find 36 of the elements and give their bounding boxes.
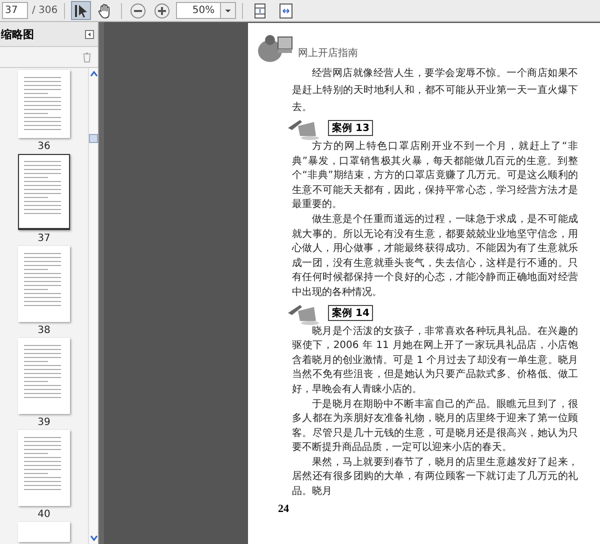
zoom-in-button[interactable] (152, 1, 172, 20)
scroll-up-icon[interactable] (90, 70, 98, 78)
scrollbar[interactable] (88, 68, 98, 544)
case-label: 案例 14 (328, 304, 374, 321)
running-header: 网上开店指南 (298, 46, 358, 60)
scroll-thumb[interactable] (89, 134, 98, 143)
zoom-field[interactable]: 50% (176, 2, 236, 19)
fit-page-icon[interactable] (252, 2, 268, 18)
page-number: 24 (278, 502, 290, 515)
body-paragraph: 经营网店就像经营人生，要学会宠辱不惊。一个商店如果不是赶上特别的天时地利人和，都不可能从开业第一天一直火爆下去。 (292, 66, 578, 115)
thumbnail-label: 37 (38, 233, 50, 244)
page-thumbnail[interactable] (18, 154, 70, 230)
thumbnail-label: 38 (38, 325, 50, 336)
zoom-out-button[interactable] (128, 1, 148, 20)
panel-title: 缩略图 (1, 26, 34, 42)
body-paragraph: 于是晓月在期盼中不断丰富自己的产品。眼瞧元旦到了，很多人都在为亲朋好友准备礼物，晓月的店里终于迎来了第一位顾客。尽管只是几十元钱的生意，可是晓月还是很高兴，她认为只要不断提升商品品质，一定可以迎来小店的春天。 (292, 398, 578, 456)
thumbnail-label: 39 (38, 417, 50, 428)
body-paragraph: 果然，马上就要到春节了，晓月的店里生意越发好了起来，居然还有很多团购的大单，有两位顾客一下就订走了几万元的礼品。晓月 (292, 456, 578, 500)
page-number-field[interactable]: 37 (2, 2, 28, 19)
page-thumbnail[interactable] (18, 70, 70, 138)
page-thumbnail[interactable] (18, 430, 70, 506)
dropdown-caret-icon[interactable] (220, 3, 235, 18)
page-total: / 306 (32, 5, 58, 16)
page-thumbnail[interactable] (18, 338, 70, 414)
collapse-icon[interactable] (85, 30, 94, 38)
case-label: 案例 13 (328, 120, 374, 136)
page-thumbnail[interactable] (18, 246, 70, 322)
body-paragraph: 方方的网上特色口罩店刚开业不到一个月，就赶上了“非典”暴发，口罩销售极其火暴，每天都能做几百元的生意。到整个“非典”期结束，方方的口罩店竟赚了几万元。可是这么顺利的生意不可能天天都有，因此，保持平常心态，学习经营方法才是最重要的。 (292, 140, 578, 212)
select-tool-button[interactable] (70, 1, 91, 20)
thumbnail-label: 36 (38, 141, 50, 152)
page-thumbnail[interactable] (18, 522, 70, 542)
fit-width-icon[interactable] (278, 2, 294, 18)
thumbnail-label: 40 (38, 509, 50, 520)
scroll-down-icon[interactable] (90, 534, 98, 542)
body-paragraph: 做生意是个任重而道远的过程，一味急于求成，是不可能成就大事的。所以无论有没有生意，都要兢兢业业地坚守信念，用心做人，用心做事，才能最终获得成功。不能因为有了生意就乐成一团，没有生意就垂头丧气，失去信心，这样是行不通的。只有任何时候都保持一个良好的心态，才能冷静而正确地面对经营中出现的各种情况。 (292, 212, 578, 300)
body-paragraph: 晓月是个活泼的女孩子，非常喜欢各种玩具礼品。在兴趣的驱使下，2006 年 11 月她在网上开了一家玩具礼品店，小店饱含着晓月的创业激情。可是 1 个月过去了却没有一单生意。晓月当然不免有些沮丧，但是她认为只要产品款式多、价格低、做工好，早晚会有人青睐小店的。 (292, 324, 578, 397)
